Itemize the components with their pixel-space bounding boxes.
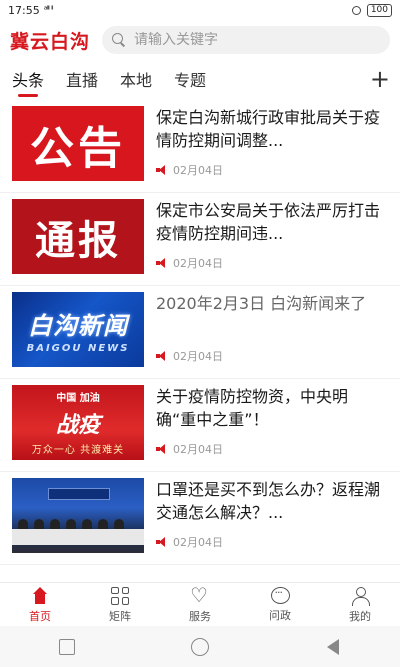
- tab-topics[interactable]: 专题: [174, 61, 206, 97]
- heart-icon: [190, 583, 210, 607]
- news-date: 02月04日: [173, 536, 223, 549]
- news-meta: 02月04日: [156, 348, 223, 364]
- nav-inquiry[interactable]: 问政: [240, 583, 320, 627]
- news-meta: 02月04日: [156, 255, 223, 271]
- news-item[interactable]: 通报 保定市公安局关于依法严厉打击疫情防控期间违... 02月04日: [0, 193, 400, 286]
- thumbnail-top-text: 中国 加油: [56, 393, 100, 404]
- nav-home[interactable]: 首页: [0, 583, 80, 627]
- news-feed: 公告 保定白沟新城行政审批局关于疫情防控期间调整... 02月04日 通报 保定…: [0, 100, 400, 570]
- nav-services[interactable]: 服务: [160, 583, 240, 627]
- nav-label: 矩阵: [109, 609, 131, 623]
- system-nav-bar: [0, 626, 400, 667]
- news-thumbnail: [12, 478, 144, 553]
- nav-matrix[interactable]: 矩阵: [80, 583, 160, 627]
- square-icon: [58, 638, 75, 655]
- thumbnail-desk: [12, 529, 144, 545]
- bottom-nav: 首页 矩阵 服务 问政 我的: [0, 582, 400, 627]
- speaker-icon[interactable]: [156, 537, 168, 547]
- home-icon: [30, 586, 50, 605]
- recents-button[interactable]: [47, 632, 87, 662]
- news-meta: 02月04日: [156, 534, 223, 550]
- news-date: 02月04日: [173, 164, 223, 177]
- speaker-icon[interactable]: [156, 444, 168, 454]
- nav-profile[interactable]: 我的: [320, 583, 400, 627]
- thumbnail-banner: [48, 488, 110, 500]
- user-icon: [350, 586, 370, 606]
- news-thumbnail: 公告: [12, 106, 144, 181]
- speaker-icon[interactable]: [156, 165, 168, 175]
- news-title[interactable]: 保定白沟新城行政审批局关于疫情防控期间调整...: [156, 106, 386, 152]
- thumbnail-text: 战疫: [55, 412, 100, 438]
- nav-label: 服务: [189, 609, 211, 623]
- alarm-icon: [351, 5, 361, 15]
- app-header: 冀云白沟: [0, 22, 400, 58]
- thumbnail-text: 白沟新闻: [28, 311, 128, 340]
- news-title[interactable]: 保定市公安局关于依法严厉打击疫情防控期间违...: [156, 199, 386, 245]
- news-item[interactable]: 中国 加油 战疫 万众一心 共渡难关 关于疫情防控物资，中央明确“重中之重”！ …: [0, 379, 400, 472]
- search-box[interactable]: [102, 26, 390, 54]
- thumbnail-text: 公告: [30, 122, 126, 174]
- nav-label: 首页: [29, 609, 51, 623]
- circle-icon: [190, 637, 209, 656]
- news-date: 02月04日: [173, 257, 223, 270]
- thumbnail-subtext: BAIGOU NEWS: [26, 342, 130, 354]
- grid-icon: [111, 586, 129, 605]
- news-thumbnail: 通报: [12, 199, 144, 274]
- add-channel-button[interactable]: +: [370, 67, 390, 91]
- signal-icon: ᵃᴵˡˡ ᴵˡ: [43, 4, 54, 16]
- nav-label: 问政: [269, 609, 291, 622]
- news-thumbnail: 白沟新闻 BAIGOU NEWS: [12, 292, 144, 367]
- tab-live[interactable]: 直播: [66, 61, 98, 97]
- news-thumbnail: 中国 加油 战疫 万众一心 共渡难关: [12, 385, 144, 460]
- search-input[interactable]: [134, 32, 380, 48]
- thumbnail-text: 通报: [35, 216, 121, 264]
- news-meta: 02月04日: [156, 441, 223, 457]
- status-bar: 17:55 ᵃᴵˡˡ ᴵˡ 100: [0, 0, 400, 20]
- news-item[interactable]: 口罩还是买不到怎么办？返程潮交通怎么解决？... 02月04日: [0, 472, 400, 565]
- search-icon: [112, 33, 126, 47]
- status-left: 17:55 ᵃᴵˡˡ ᴵˡ: [8, 4, 53, 17]
- tab-local[interactable]: 本地: [120, 61, 152, 97]
- news-date: 02月04日: [173, 350, 223, 363]
- news-item[interactable]: 白沟新闻 BAIGOU NEWS 2020年2月3日 白沟新闻来了 02月04日: [0, 286, 400, 379]
- speaker-icon[interactable]: [156, 258, 168, 268]
- news-meta: 02月04日: [156, 162, 223, 178]
- channel-tabs: 头条 直播 本地 专题 +: [0, 61, 400, 97]
- chat-icon: [270, 586, 290, 604]
- news-title[interactable]: 关于疫情防控物资，中央明确“重中之重”！: [156, 385, 386, 431]
- news-title[interactable]: 口罩还是买不到怎么办？返程潮交通怎么解决？...: [156, 478, 386, 524]
- back-button[interactable]: [313, 632, 353, 662]
- news-item[interactable]: 公告 保定白沟新城行政审批局关于疫情防控期间调整... 02月04日: [0, 100, 400, 193]
- status-time: 17:55: [8, 3, 40, 17]
- news-date: 02月04日: [173, 443, 223, 456]
- thumbnail-bottom-text: 万众一心 共渡难关: [31, 445, 125, 456]
- app-logo: 冀云白沟: [10, 30, 91, 53]
- battery-icon: 100: [366, 3, 392, 17]
- speaker-icon[interactable]: [156, 351, 168, 361]
- back-icon: [327, 638, 340, 655]
- news-title[interactable]: 2020年2月3日 白沟新闻来了: [156, 292, 386, 315]
- nav-label: 我的: [349, 609, 371, 623]
- status-right: 100: [351, 3, 392, 17]
- home-button[interactable]: [180, 632, 220, 662]
- tab-headline[interactable]: 头条: [12, 61, 44, 97]
